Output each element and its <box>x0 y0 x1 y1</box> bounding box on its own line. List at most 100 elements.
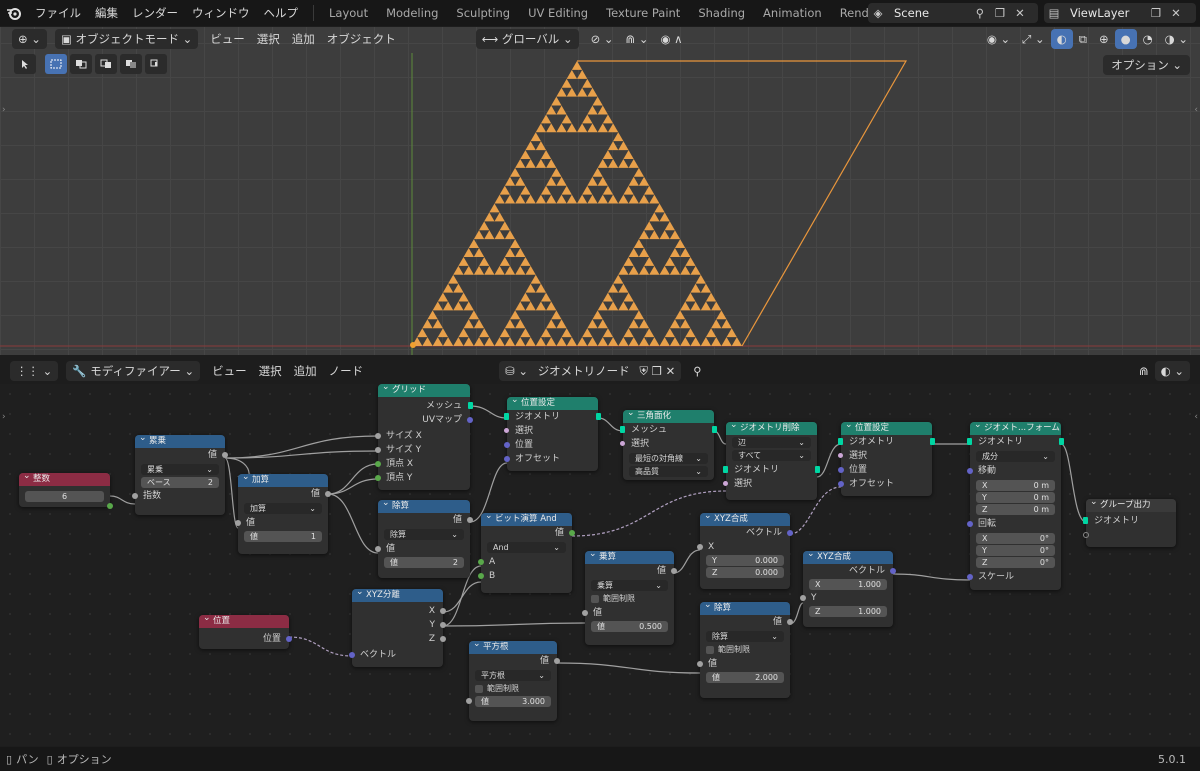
pin-icon[interactable]: ⚲ <box>687 361 707 381</box>
node-title[interactable]: XYZ合成 <box>803 548 893 564</box>
node-set-position[interactable]: 位置設定 ジオメトリ 選択 位置 オフセット <box>836 419 935 496</box>
input-socket[interactable] <box>838 467 844 473</box>
operation-dropdown[interactable]: 除算 ⌄ <box>384 529 464 540</box>
select-box-new-icon[interactable] <box>45 54 67 74</box>
node-title[interactable]: 位置設定 <box>841 419 932 435</box>
value-field[interactable]: 値 0.500 <box>591 621 668 632</box>
viewlayer-name[interactable]: ViewLayer <box>1064 6 1146 20</box>
operation-dropdown[interactable]: 平方根 ⌄ <box>475 670 551 681</box>
clamp-checkbox[interactable]: 範囲制限 <box>475 683 551 694</box>
3d-viewport[interactable]: ⊕ ⌄ ▣ オブジェクトモード ⌄ ビュー 選択 追加 オブジェクト ⟷ グロー… <box>0 27 1200 355</box>
node-title[interactable]: グループ出力 <box>1086 496 1176 512</box>
tab-shading[interactable]: Shading <box>689 2 754 24</box>
context-selector[interactable]: 🔧 モディファイアー ⌄ <box>66 361 201 381</box>
scene-name[interactable]: Scene <box>888 6 970 20</box>
tab-layout[interactable]: Layout <box>320 2 377 24</box>
input-socket[interactable] <box>504 456 510 462</box>
duplicate-icon[interactable]: ❐ <box>1146 3 1166 23</box>
pivot-icon[interactable]: ⊘ ⌄ <box>585 29 620 49</box>
input-socket[interactable] <box>697 661 703 667</box>
menu-node[interactable]: ノード <box>323 361 370 381</box>
menu-select[interactable]: 選択 <box>251 29 286 49</box>
scene-selector[interactable]: ◈ Scene ⚲ ❐ ✕ <box>868 3 1038 23</box>
value-field[interactable]: 値 2.000 <box>706 672 784 683</box>
output-socket[interactable] <box>440 636 446 642</box>
quad-method-dropdown[interactable]: 最短の対角線 ⌄ <box>629 453 708 464</box>
menu-add[interactable]: 追加 <box>286 29 321 49</box>
close-icon[interactable]: ✕ <box>1166 3 1186 23</box>
node-triangulate[interactable]: 三角面化 メッシュ 選択 最短の対角線 ⌄ 高品質 ⌄ <box>618 407 717 480</box>
node-combine-xyz[interactable]: XYZ合成 ベクトル X Y 0.000 Z 0.000 <box>697 510 793 589</box>
node-title[interactable]: 累乗 <box>135 432 225 448</box>
pin-icon[interactable]: ⚲ <box>970 3 990 23</box>
xray-icon[interactable]: ⧉ <box>1073 29 1093 49</box>
node-transform-geometry[interactable]: ジオメト...フォーム ジオメトリ 成分⌄ 移動 X0 m Y0 m Z0 m … <box>967 419 1064 590</box>
input-socket[interactable] <box>800 595 806 601</box>
select-tool-icon[interactable] <box>14 54 36 74</box>
output-socket[interactable] <box>468 402 473 409</box>
output-socket[interactable] <box>467 517 473 523</box>
node-title[interactable]: 乗算 <box>585 548 674 564</box>
checkbox-box[interactable] <box>591 594 599 603</box>
output-socket[interactable] <box>286 636 292 642</box>
input-socket[interactable] <box>132 493 138 499</box>
select-box-subtract-icon[interactable] <box>95 54 117 74</box>
input-socket[interactable] <box>967 521 973 527</box>
output-socket[interactable] <box>569 530 575 536</box>
menu-view[interactable]: ビュー <box>204 29 251 49</box>
input-socket[interactable] <box>723 466 728 473</box>
input-socket[interactable] <box>375 447 381 453</box>
node-group-output[interactable]: グループ出力 ジオメトリ <box>1083 496 1176 547</box>
menu-file[interactable]: ファイル <box>28 3 88 23</box>
blender-logo-icon[interactable] <box>0 0 28 26</box>
input-socket[interactable] <box>967 438 972 445</box>
menu-window[interactable]: ウィンドウ <box>185 3 257 23</box>
input-socket[interactable] <box>478 559 484 565</box>
sidebar-expand-icon[interactable]: ‹ <box>1194 412 1198 422</box>
clamp-checkbox[interactable]: 範囲制限 <box>706 644 784 655</box>
input-socket[interactable] <box>967 468 973 474</box>
node-title[interactable]: XYZ分離 <box>352 586 443 602</box>
node-bitwise-and[interactable]: ビット演算 And 値 And ⌄ A B <box>478 510 575 593</box>
node-add[interactable]: 加算 値 加算⌄ 値 値1 <box>235 471 331 554</box>
tab-texture-paint[interactable]: Texture Paint <box>597 2 689 24</box>
operation-dropdown[interactable]: 加算 ⌄ <box>244 503 322 514</box>
select-box-extend-icon[interactable] <box>70 54 92 74</box>
output-socket[interactable] <box>107 503 113 509</box>
input-socket[interactable] <box>466 698 472 704</box>
node-tree-selector[interactable]: ⛁ ⌄ ジオメトリノード ⛨ ❐ ✕ <box>499 361 682 381</box>
menu-view[interactable]: ビュー <box>206 361 253 381</box>
rotation-y-field[interactable]: Y 0° <box>976 545 1055 556</box>
output-socket[interactable] <box>325 491 331 497</box>
output-socket[interactable] <box>930 438 935 445</box>
translation-x-field[interactable]: X 0 m <box>976 480 1055 491</box>
input-socket[interactable] <box>838 438 843 445</box>
y-field[interactable]: Y 0.000 <box>706 555 784 566</box>
close-icon[interactable]: ✕ <box>1010 3 1030 23</box>
output-socket[interactable] <box>596 413 601 420</box>
value-field[interactable]: 値2 <box>384 557 464 568</box>
node-title[interactable]: ジオメト...フォーム <box>970 419 1061 435</box>
output-socket[interactable] <box>222 452 228 458</box>
ngon-method-dropdown[interactable]: 高品質 ⌄ <box>629 466 708 477</box>
snap-icon[interactable]: ⋒ <box>1133 361 1155 381</box>
shading-rendered-icon[interactable]: ◑ ⌄ <box>1159 29 1194 49</box>
integer-value-field[interactable]: 6 <box>25 491 104 502</box>
z-field[interactable]: Z 0.000 <box>706 567 784 578</box>
node-title[interactable]: 位置 <box>199 612 289 628</box>
output-socket[interactable] <box>787 619 793 625</box>
input-socket[interactable] <box>349 652 355 658</box>
proportional-edit-icon[interactable]: ◉ ∧ <box>654 29 688 49</box>
gizmo-icon[interactable]: ⤢ ⌄ <box>1016 29 1051 49</box>
tab-modeling[interactable]: Modeling <box>377 2 447 24</box>
output-socket[interactable] <box>440 608 446 614</box>
mode-dropdown[interactable]: すべて ⌄ <box>732 450 811 461</box>
tab-uv-editing[interactable]: UV Editing <box>519 2 597 24</box>
node-title[interactable]: 除算 <box>378 497 470 513</box>
shading-material-icon[interactable]: ◔ <box>1137 29 1159 49</box>
checkbox-box[interactable] <box>475 684 483 693</box>
translation-z-field[interactable]: Z 0 m <box>976 504 1055 515</box>
input-socket[interactable] <box>504 413 509 420</box>
sidebar-expand-icon[interactable]: ‹ <box>1194 105 1198 115</box>
input-socket[interactable] <box>375 546 381 552</box>
